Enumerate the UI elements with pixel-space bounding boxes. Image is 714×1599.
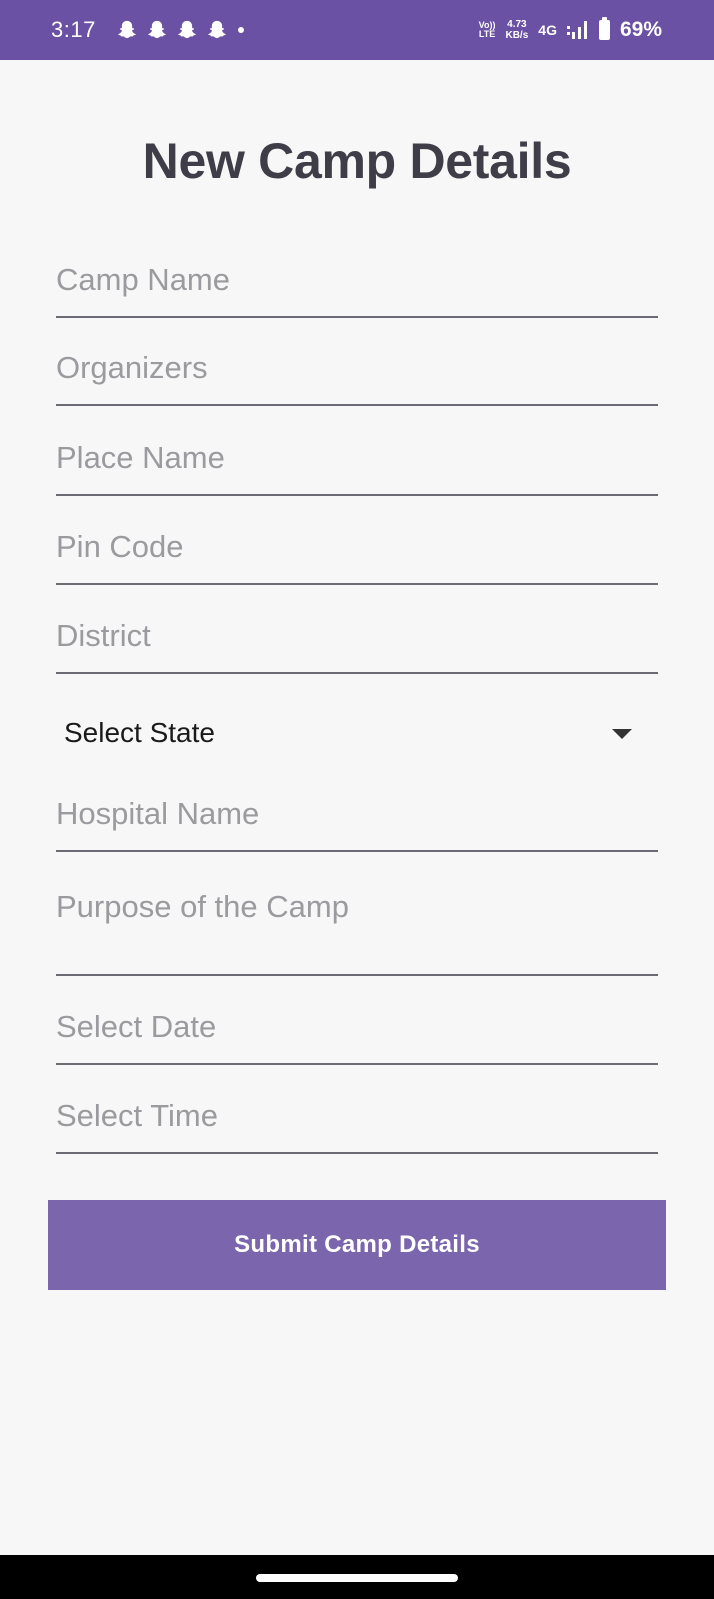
state-select[interactable]: Select State: [56, 705, 658, 765]
volte-indicator: Vo)) LTE: [479, 21, 496, 39]
pin-code-input[interactable]: [56, 529, 658, 565]
camp-name-input[interactable]: [56, 262, 658, 298]
select-date-field: [56, 1009, 658, 1065]
district-input[interactable]: [56, 618, 658, 654]
place-name-field: [56, 440, 658, 496]
place-name-input[interactable]: [56, 440, 658, 476]
battery-percent: 69%: [619, 18, 662, 41]
snapchat-icon: [178, 20, 196, 39]
status-time: 3:17: [51, 17, 96, 42]
status-indicators: Vo)) LTE 4.73 KB/s 4G 69%: [479, 14, 662, 46]
organizers-input[interactable]: [56, 350, 658, 386]
select-time-field: [56, 1098, 658, 1154]
signal-strength-icon: [566, 21, 587, 39]
snapchat-icon: [208, 20, 226, 39]
network-type: 4G: [538, 22, 557, 38]
pin-code-field: [56, 529, 658, 585]
hospital-name-input[interactable]: [56, 796, 658, 832]
more-notifications-dot-icon: [238, 27, 244, 33]
submit-camp-details-button[interactable]: Submit Camp Details: [48, 1200, 666, 1290]
hospital-name-field: [56, 796, 658, 852]
page-title: New Camp Details: [142, 133, 572, 189]
battery-icon: [598, 17, 610, 40]
snapchat-icon: [148, 20, 166, 39]
home-indicator[interactable]: [256, 1574, 458, 1582]
status-bar: 3:17 Vo)) LTE 4.73 KB/s 4G 69%: [0, 0, 714, 60]
net-speed-value: 4.73: [507, 19, 527, 30]
state-select-value: Select State: [64, 717, 215, 748]
net-speed: 4.73 KB/s: [505, 19, 528, 41]
volte-line2: LTE: [478, 29, 496, 39]
purpose-field: [56, 888, 658, 976]
purpose-input[interactable]: [56, 888, 658, 968]
select-time-input[interactable]: [56, 1098, 658, 1134]
net-speed-unit: KB/s: [505, 30, 529, 41]
organizers-field: [56, 350, 658, 406]
snapchat-icon: [118, 20, 136, 39]
district-field: [56, 618, 658, 674]
navigation-bar: [0, 1555, 714, 1599]
camp-name-field: [56, 262, 658, 318]
notification-icons: [116, 18, 244, 42]
dropdown-arrow-icon: [612, 729, 632, 739]
select-date-input[interactable]: [56, 1009, 658, 1045]
